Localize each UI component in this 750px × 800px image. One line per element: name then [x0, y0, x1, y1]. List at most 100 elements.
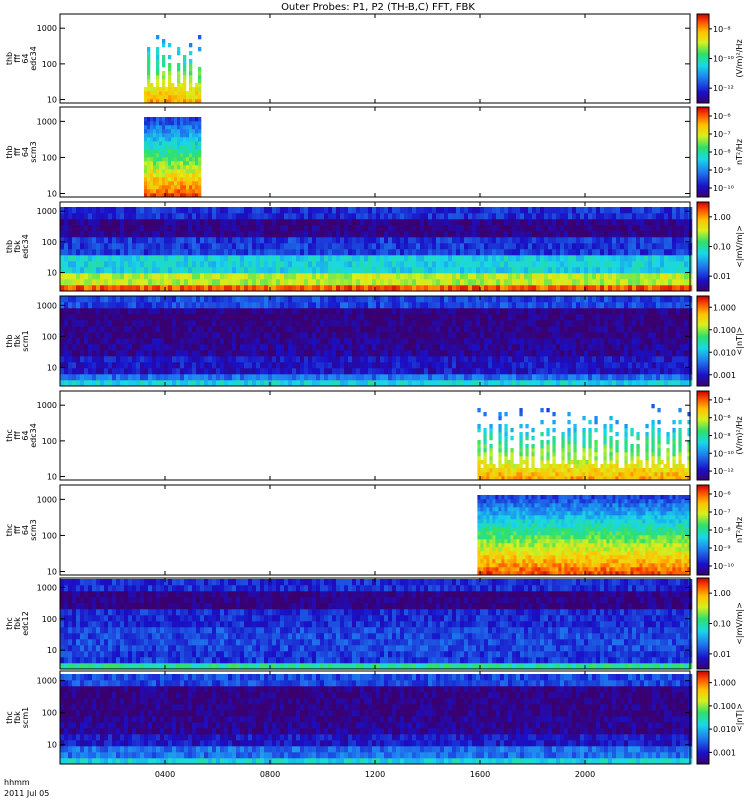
spectrogram-cell: [136, 380, 141, 387]
spectrogram-cell: [252, 261, 257, 268]
spectrogram-cell: [388, 219, 393, 226]
spectrogram-cell: [508, 338, 513, 345]
spectrogram-cell: [112, 344, 117, 351]
spectrogram-cell: [248, 249, 253, 256]
spectrogram-cell: [96, 356, 101, 363]
spectrogram-cell: [628, 320, 633, 327]
spectrogram-cell: [480, 261, 485, 268]
spectrogram-cell: [616, 380, 621, 387]
spectrogram-cell: [216, 380, 221, 387]
spectrogram-cell: [272, 308, 277, 315]
spectrogram-cell: [186, 91, 190, 96]
spectrogram-cell: [376, 326, 381, 333]
spectrogram-cell: [276, 213, 281, 220]
spectrogram-cell: [256, 338, 261, 345]
spectrogram-cell: [116, 356, 121, 363]
spectrogram-cell: [195, 125, 199, 130]
spectrogram-cell: [184, 225, 189, 232]
spectrogram-cell: [416, 243, 421, 250]
spectrogram-cell: [96, 237, 101, 244]
spectrogram-cell: [424, 219, 429, 226]
spectrogram-cell: [165, 129, 169, 134]
spectrogram-cell: [568, 338, 573, 345]
spectrogram-cell: [420, 308, 425, 315]
spectrogram-cell: [136, 249, 141, 256]
spectrogram-cell: [540, 267, 545, 274]
spectrogram-cell: [124, 243, 129, 250]
spectrogram-cell: [198, 157, 202, 162]
spectrogram-cell: [308, 308, 313, 315]
spectrogram-cell: [460, 302, 465, 309]
spectrogram-cell: [264, 285, 269, 292]
spectrogram-cell: [444, 273, 449, 280]
spectrogram-cell: [260, 249, 265, 256]
spectrogram-cell: [596, 320, 601, 327]
spectrogram-cell: [592, 338, 597, 345]
spectrogram-cell: [564, 296, 569, 303]
spectrogram-cell: [162, 91, 166, 96]
spectrogram-cell: [324, 308, 329, 315]
spectrogram-cell: [88, 213, 93, 220]
spectrogram-cell: [280, 296, 285, 303]
spectrogram-cell: [460, 296, 465, 303]
spectrogram-cell: [500, 231, 505, 238]
spectrogram-cell: [268, 332, 273, 339]
spectrogram-cell: [204, 231, 209, 238]
spectrogram-cell: [147, 67, 151, 72]
spectrogram-cell: [580, 314, 585, 321]
spectrogram-cell: [200, 314, 205, 321]
spectrogram-cell: [300, 219, 305, 226]
spectrogram-cell: [360, 237, 365, 244]
spectrogram-cell: [480, 356, 485, 363]
spectrogram-cell: [60, 314, 65, 321]
spectrogram-cell: [176, 237, 181, 244]
spectrogram-cell: [300, 362, 305, 369]
spectrogram-cell: [632, 273, 637, 280]
spectrogram-cell: [112, 320, 117, 327]
spectrogram-cell: [174, 133, 178, 138]
spectrogram-cell: [88, 267, 93, 274]
spectrogram-cell: [572, 249, 577, 256]
spectrogram-cell: [150, 133, 154, 138]
spectrogram-cell: [124, 273, 129, 280]
spectrogram-cell: [124, 267, 129, 274]
spectrogram-cell: [592, 380, 597, 387]
spectrogram-cell: [136, 273, 141, 280]
spectrogram-cell: [152, 207, 157, 214]
spectrogram-cell: [248, 380, 253, 387]
spectrogram-cell: [336, 308, 341, 315]
spectrogram-cell: [580, 273, 585, 280]
spectrogram-cell: [624, 267, 629, 274]
spectrogram-cell: [88, 255, 93, 262]
spectrogram-cell: [436, 273, 441, 280]
spectrogram-cell: [492, 261, 497, 268]
spectrogram-cell: [556, 344, 561, 351]
spectrogram-cell: [340, 225, 345, 232]
spectrogram-cell: [174, 185, 178, 190]
spectrogram-cell: [244, 380, 249, 387]
spectrogram-cell: [648, 279, 653, 286]
spectrogram-cell: [260, 368, 265, 375]
spectrogram-cell: [176, 368, 181, 375]
spectrogram-cell: [176, 314, 181, 321]
spectrogram-cell: [76, 374, 81, 381]
spectrogram-cell: [186, 129, 190, 134]
spectrogram-cell: [504, 219, 509, 226]
spectrogram-cell: [336, 350, 341, 357]
spectrogram-cell: [252, 296, 257, 303]
spectrogram-cell: [88, 356, 93, 363]
spectrogram-cell: [600, 249, 605, 256]
spectrogram-cell: [408, 285, 413, 292]
spectrogram-cell: [564, 374, 569, 381]
spectrogram-cell: [396, 219, 401, 226]
spectrogram-cell: [162, 75, 166, 80]
spectrogram-cell: [632, 380, 637, 387]
spectrogram-cell: [652, 285, 657, 292]
spectrogram-cell: [412, 344, 417, 351]
spectrogram-cell: [260, 213, 265, 220]
spectrogram-cell: [186, 141, 190, 146]
spectrogram-cell: [580, 308, 585, 315]
spectrogram-cell: [144, 285, 149, 292]
spectrogram-cell: [432, 314, 437, 321]
spectrogram-cell: [380, 308, 385, 315]
